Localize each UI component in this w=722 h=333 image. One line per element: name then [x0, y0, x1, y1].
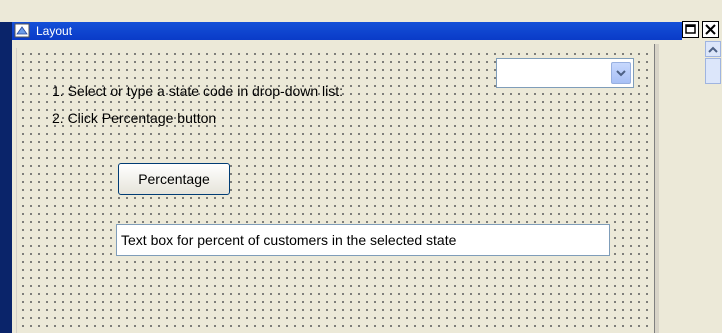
close-icon [705, 24, 716, 35]
layout-form-icon [14, 23, 30, 38]
grid-edge [654, 44, 659, 333]
chevron-up-icon [708, 46, 718, 53]
chevron-down-icon [616, 70, 626, 77]
scroll-up-button[interactable] [705, 41, 721, 57]
left-window-edge [0, 0, 12, 333]
window-title: Layout [36, 24, 73, 38]
state-dropdown[interactable] [496, 58, 634, 88]
top-left-corner [0, 0, 40, 22]
maximize-icon [685, 24, 696, 34]
percentage-button[interactable]: Percentage [118, 163, 230, 195]
scroll-thumb[interactable] [705, 58, 721, 84]
dropdown-arrow-button[interactable] [611, 62, 631, 84]
maximize-button[interactable] [682, 21, 699, 38]
instruction-label-1: 1. Select or type a state code in drop-d… [52, 83, 344, 99]
percent-result-textbox[interactable] [116, 224, 610, 256]
close-button[interactable] [702, 21, 719, 38]
title-bar[interactable] [12, 22, 682, 40]
instruction-label-2: 2. Click Percentage button [52, 110, 217, 126]
